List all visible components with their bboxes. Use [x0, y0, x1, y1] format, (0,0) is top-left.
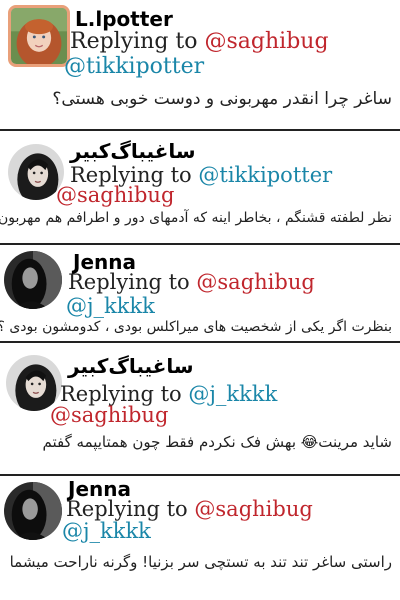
tweet-text: شاید مرینت😂 بهش فک نکردم فقط چون همتایپم…: [42, 433, 392, 451]
avatar-woman-dark-bw-icon: [4, 251, 62, 309]
mention-link[interactable]: @saghibug: [56, 183, 174, 207]
avatar-woman-dark-bw-icon: [4, 482, 62, 540]
tweet-text: راستی ساغر تند تند به تستچی سر بزنیا! وگ…: [9, 553, 392, 571]
reply-line-2: @tikkipotter: [64, 54, 204, 79]
divider: [0, 129, 400, 131]
mention-link[interactable]: @saghibug: [196, 270, 314, 294]
tweet-text: بنظرت اگر یکی از شخصیت های میراکلس بودی …: [0, 319, 392, 335]
reply-line-2: @saghibug: [56, 183, 174, 207]
reply-line: Replying to @saghibug: [68, 270, 315, 294]
avatar[interactable]: [4, 251, 62, 309]
mention-link[interactable]: @tikkipotter: [198, 163, 332, 187]
divider: [0, 243, 400, 245]
tweet-5: Jenna Replying to @saghibug @j_kkkk راست…: [0, 477, 400, 597]
avatar[interactable]: [4, 482, 62, 540]
mention-link[interactable]: @saghibug: [205, 29, 329, 54]
reply-line: Replying to @saghibug: [70, 29, 329, 54]
tweet-1: L.lpotter Replying to @saghibug @tikkipo…: [0, 0, 400, 120]
reply-line-2: @saghibug: [50, 403, 168, 427]
author-name[interactable]: ساغیباگ‌کبیر: [68, 354, 194, 378]
avatar[interactable]: [8, 5, 70, 67]
mention-link[interactable]: @j_kkkk: [62, 519, 151, 543]
tweet-text: ساغر چرا انقدر مهربونی و دوست خوبی هستی؟: [52, 89, 392, 109]
mention-link[interactable]: @saghibug: [194, 497, 312, 521]
mention-link[interactable]: @j_kkkk: [66, 294, 155, 318]
avatar-girl-red-hair-icon: [11, 8, 67, 64]
tweet-3: Jenna Replying to @saghibug @j_kkkk بنظر…: [0, 247, 400, 347]
mention-link[interactable]: @tikkipotter: [64, 54, 204, 79]
reply-line: Replying to @saghibug: [66, 497, 313, 521]
divider: [0, 474, 400, 476]
reply-prefix: Replying to: [66, 497, 188, 521]
author-name[interactable]: ساغیباگ‌کبیر: [70, 139, 196, 163]
tweet-2: ساغیباگ‌کبیر Replying to @tikkipotter @s…: [0, 132, 400, 242]
reply-prefix: Replying to: [70, 29, 198, 54]
tweet-4: ساغیباگ‌کبیر Replying to @j_kkkk @saghib…: [0, 345, 400, 465]
author-name[interactable]: L.lpotter: [75, 7, 173, 31]
tweet-text: نظر لطفته قشنگم ، بخاطر اینه که آدمهای د…: [0, 210, 392, 226]
reply-line-2: @j_kkkk: [66, 294, 155, 318]
reply-prefix: Replying to: [68, 270, 190, 294]
mention-link[interactable]: @saghibug: [50, 403, 168, 427]
reply-line-2: @j_kkkk: [62, 519, 151, 543]
divider: [0, 341, 400, 343]
mention-link[interactable]: @j_kkkk: [188, 382, 277, 406]
